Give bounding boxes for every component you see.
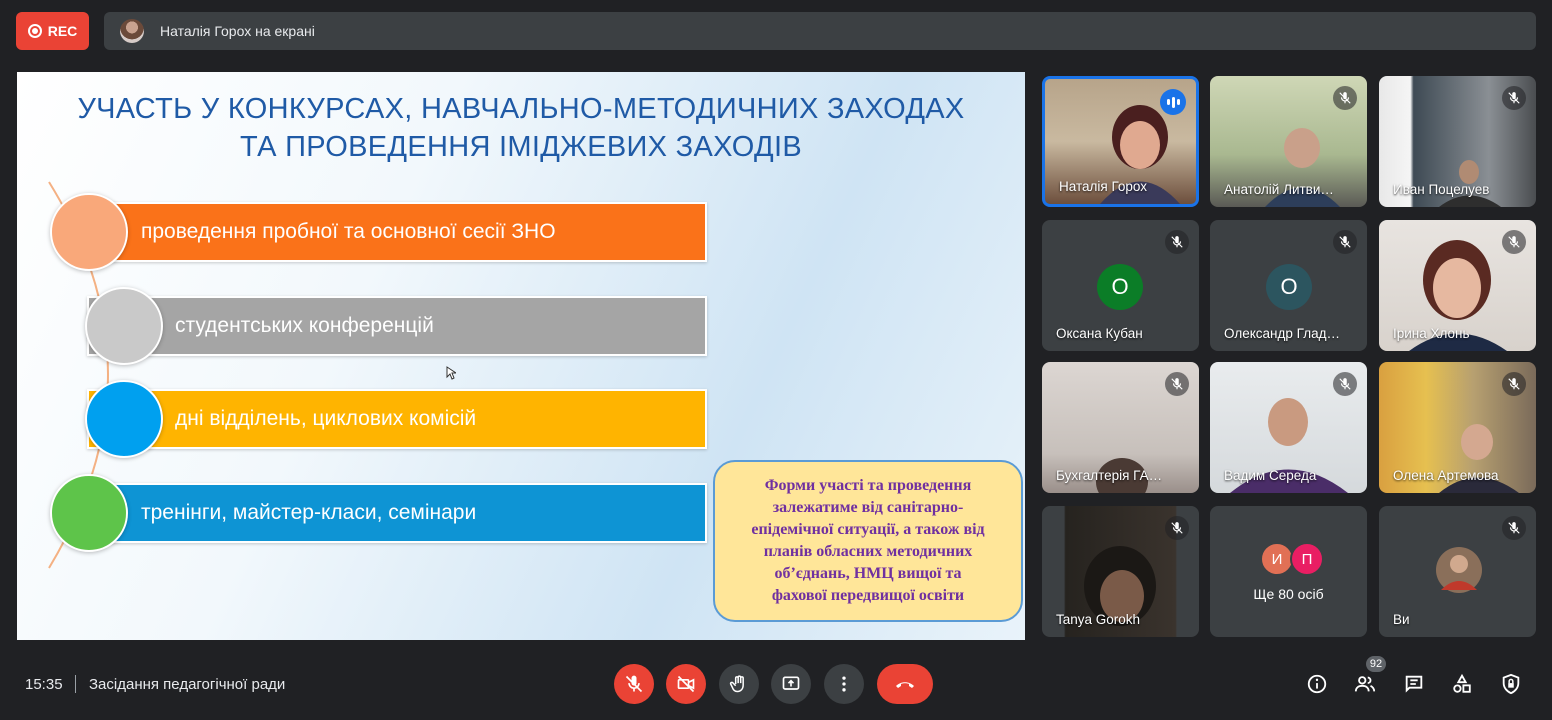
shared-screen-slide[interactable]: УЧАСТЬ У КОНКУРСАХ, НАВЧАЛЬНО-МЕТОДИЧНИХ…: [17, 72, 1025, 640]
microphone-off-icon: [1502, 230, 1526, 254]
slide-item-label: тренінги, майстер-класи, семінари: [141, 501, 477, 524]
leave-call-button[interactable]: [877, 664, 933, 704]
slide-item-label: проведення пробної та основної сесії ЗНО: [141, 220, 556, 243]
people-count-badge: 92: [1366, 656, 1386, 672]
people-button[interactable]: [1351, 670, 1379, 698]
microphone-off-icon: [1502, 86, 1526, 110]
participant-name: Оксана Кубан: [1056, 326, 1143, 341]
more-participants-avatars: И П: [1260, 542, 1324, 576]
slide-item-zno: проведення пробної та основної сесії ЗНО: [87, 202, 707, 262]
slide-item-department-days: дні відділень, циклових комісій: [87, 389, 707, 449]
slide-note-box: Форми участі та проведення залежатиме ві…: [713, 460, 1023, 622]
participant-name: Иван Поцелуев: [1393, 182, 1490, 197]
presenter-avatar: [120, 19, 144, 43]
participant-avatar: О: [1097, 264, 1143, 310]
presentation-banner: Наталія Горох на екрані: [104, 12, 1536, 50]
participant-name: Ви: [1393, 612, 1410, 627]
hang-up-icon: [896, 682, 914, 688]
participant-name: Олена Артемова: [1393, 468, 1499, 483]
microphone-off-icon: [1333, 372, 1357, 396]
chat-button[interactable]: [1400, 670, 1428, 698]
participant-tile[interactable]: Бухгалтерія ГА…: [1042, 362, 1199, 493]
note-line: залежатиме від санітарно-: [772, 499, 964, 516]
camera-off-icon: [677, 675, 695, 693]
mouse-cursor-icon: [446, 366, 456, 380]
slide-item-bullet: [50, 474, 128, 552]
participant-avatar: П: [1290, 542, 1324, 576]
participant-tile[interactable]: Вадим Середа: [1210, 362, 1367, 493]
participant-name: Tanya Gorokh: [1056, 612, 1141, 627]
present-screen-icon: [782, 676, 800, 690]
participant-name: Наталія Горох: [1059, 179, 1147, 194]
participant-tile[interactable]: Олена Артемова: [1379, 362, 1536, 493]
camera-toggle-button[interactable]: [666, 664, 706, 704]
meeting-details-button[interactable]: [1303, 670, 1331, 698]
raise-hand-button[interactable]: [719, 664, 759, 704]
microphone-off-icon: [1165, 372, 1189, 396]
activities-button[interactable]: [1448, 670, 1476, 698]
slide-item-bullet: [50, 193, 128, 271]
microphone-off-icon: [1502, 516, 1526, 540]
divider: [75, 675, 76, 693]
chat-icon: [1405, 675, 1423, 693]
microphone-off-icon: [1165, 516, 1189, 540]
meeting-title: Засідання педагогічної ради: [89, 676, 286, 693]
participant-tile[interactable]: Иван Поцелуев: [1379, 76, 1536, 207]
slide-item-label: студентських конференцій: [175, 314, 434, 337]
microphone-off-icon: [1333, 230, 1357, 254]
clock: 15:35: [25, 676, 63, 693]
participant-tile[interactable]: Анатолій Литви…: [1210, 76, 1367, 207]
host-controls-button[interactable]: [1497, 670, 1525, 698]
note-line: епідемічної ситуації, а також від: [751, 521, 985, 538]
more-vert-icon: [842, 676, 846, 692]
rec-label: REC: [47, 23, 78, 39]
slide-item-conferences: студентських конференцій: [87, 296, 707, 356]
participant-name: Ірина Хлонь: [1393, 326, 1470, 341]
slide-item-bullet: [85, 380, 163, 458]
note-line: об’єднань, НМЦ вищої та: [774, 565, 962, 582]
note-line: Форми участі та проведення: [764, 477, 972, 494]
shield-lock-icon: [1502, 673, 1520, 695]
participant-name: Бухгалтерія ГА…: [1056, 468, 1163, 483]
participant-name: Вадим Середа: [1224, 468, 1317, 483]
participant-tile[interactable]: О Олександр Глад…: [1210, 220, 1367, 351]
slide-item-bullet: [85, 287, 163, 365]
more-participants-label: Ще 80 осіб: [1253, 586, 1324, 602]
participant-avatar: И: [1260, 542, 1294, 576]
slide-item-label: дні відділень, циклових комісій: [175, 407, 477, 430]
microphone-off-icon: [1333, 86, 1357, 110]
more-options-button[interactable]: [824, 664, 864, 704]
activities-icon: [1453, 673, 1471, 693]
hand-icon: [729, 675, 744, 693]
microphone-off-icon: [1165, 230, 1189, 254]
participant-tile[interactable]: Tanya Gorokh: [1042, 506, 1199, 637]
participant-tile[interactable]: Ірина Хлонь: [1379, 220, 1536, 351]
presenter-text: Наталія Горох на екрані: [160, 23, 315, 39]
present-now-button[interactable]: [771, 664, 811, 704]
slide-item-trainings: тренінги, майстер-класи, семінари: [87, 483, 707, 543]
speaking-indicator-icon: [1160, 89, 1186, 115]
note-line: планів обласних методичних: [763, 543, 973, 560]
recording-indicator[interactable]: REC: [16, 12, 89, 50]
record-icon: [27, 24, 42, 38]
microphone-off-icon: [625, 675, 643, 693]
participant-name: Анатолій Литви…: [1224, 182, 1334, 197]
participant-avatar: О: [1266, 264, 1312, 310]
participant-tile[interactable]: О Оксана Кубан: [1042, 220, 1199, 351]
participant-name: Олександр Глад…: [1224, 326, 1340, 341]
info-icon: [1307, 674, 1327, 694]
microphone-toggle-button[interactable]: [614, 664, 654, 704]
self-tile[interactable]: Ви: [1379, 506, 1536, 637]
participant-tile[interactable]: Наталія Горох: [1042, 76, 1199, 207]
more-participants-tile[interactable]: И П Ще 80 осіб: [1210, 506, 1367, 637]
people-icon: [1354, 676, 1376, 692]
microphone-off-icon: [1502, 372, 1526, 396]
note-line: фахової передвищої освіти: [771, 587, 965, 604]
